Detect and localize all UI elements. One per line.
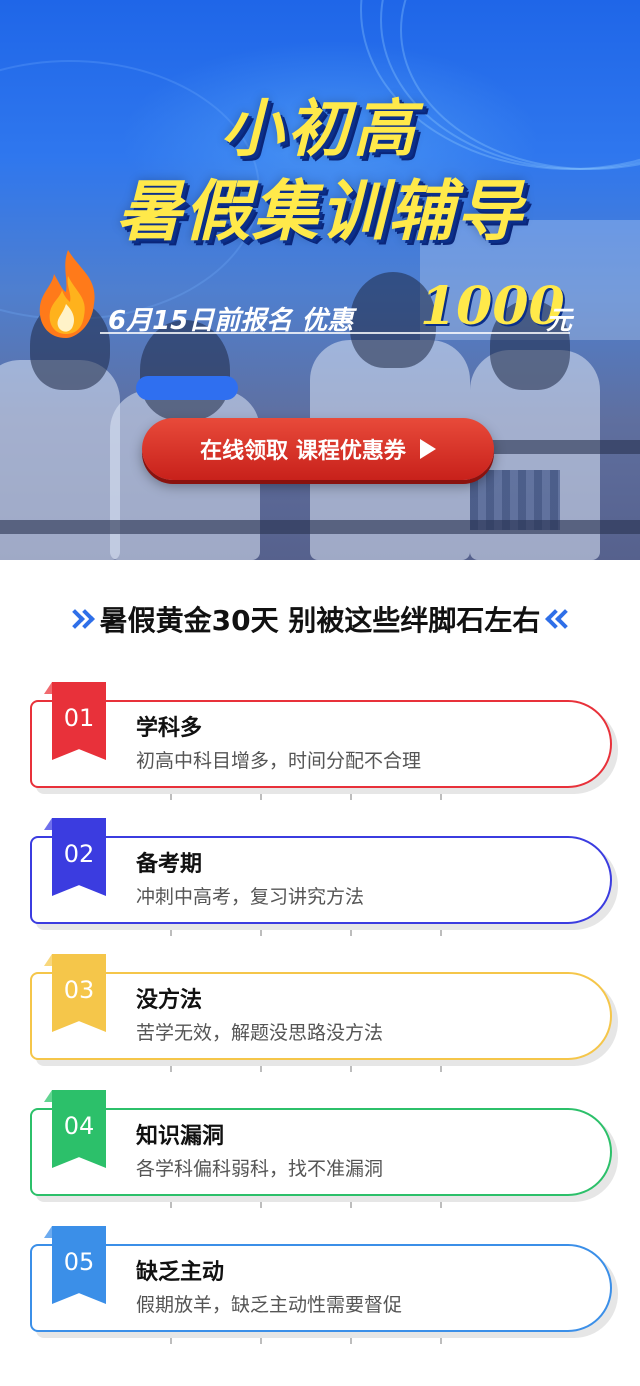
claim-coupon-button[interactable]: 在线领取 课程优惠券 [142, 418, 494, 480]
card-tick-decoration [260, 930, 262, 936]
flame-icon [39, 250, 95, 338]
card-tick-decoration [350, 1338, 352, 1344]
card-tick-decoration [440, 794, 442, 800]
card-tick-decoration [170, 794, 172, 800]
card-number: 03 [52, 954, 106, 1032]
hero-title-line2: 暑假集训辅导 [116, 173, 524, 250]
card-description: 假期放羊，缺乏主动性需要督促 [136, 1294, 403, 1316]
promo-amount: 1000 [420, 276, 565, 337]
promo-text: 6月15日前报名 优惠 [108, 306, 354, 336]
card-title: 缺乏主动 [136, 1260, 225, 1285]
card-tick-decoration [350, 1202, 352, 1208]
card-tick-decoration [170, 930, 172, 936]
section-title: 暑假黄金30天 别被这些绊脚石左右 [99, 604, 541, 637]
card-tick-decoration [170, 1066, 172, 1072]
card-tick-decoration [170, 1338, 172, 1344]
promo-unit: 元 [546, 306, 573, 336]
ribbon-fold [44, 954, 52, 966]
card-number: 04 [52, 1090, 106, 1168]
card-tick-decoration [440, 1338, 442, 1344]
card-title: 学科多 [136, 716, 203, 741]
card-tick-decoration [440, 1066, 442, 1072]
card-description: 各学科偏科弱科，找不准漏洞 [136, 1158, 384, 1180]
play-arrow-icon [419, 439, 436, 459]
hero-banner: 小初高 暑假集训辅导 6月15日前报名 优惠 1000 元 在线领取 课程优惠券 [0, 0, 640, 560]
card-description: 苦学无效，解题没思路没方法 [136, 1022, 384, 1044]
card-number: 05 [52, 1226, 106, 1304]
card-number: 02 [52, 818, 106, 896]
obstacle-card [30, 700, 612, 788]
card-description: 初高中科目增多，时间分配不合理 [136, 750, 422, 772]
card-tick-decoration [260, 794, 262, 800]
section-header: 暑假黄金30天 别被这些绊脚石左右 [0, 594, 640, 644]
card-tick-decoration [260, 1202, 262, 1208]
double-chevron-right-icon [64, 609, 95, 629]
hero-title-line1: 小初高 [220, 92, 419, 165]
card-tick-decoration [260, 1066, 262, 1072]
card-number: 01 [52, 682, 106, 760]
card-tick-decoration [170, 1202, 172, 1208]
card-tick-decoration [260, 1338, 262, 1344]
card-title: 备考期 [136, 852, 203, 877]
ribbon-fold [44, 818, 52, 830]
card-tick-decoration [350, 794, 352, 800]
card-tick-decoration [350, 930, 352, 936]
ribbon-fold [44, 1226, 52, 1238]
number-ribbon: 01 [44, 682, 106, 760]
number-ribbon: 03 [44, 954, 106, 1032]
obstacle-card [30, 1108, 612, 1196]
obstacle-card [30, 1244, 612, 1332]
double-chevron-left-icon [545, 609, 576, 629]
number-ribbon: 02 [44, 818, 106, 896]
classroom-desk [0, 520, 640, 534]
card-tick-decoration [440, 1202, 442, 1208]
card-description: 冲刺中高考，复习讲究方法 [136, 886, 365, 908]
card-tick-decoration [440, 930, 442, 936]
blue-pill-decoration [136, 376, 238, 400]
ribbon-fold [44, 1090, 52, 1102]
claim-coupon-label: 在线领取 课程优惠券 [200, 439, 406, 464]
obstacle-card [30, 836, 612, 924]
ribbon-fold [44, 682, 52, 694]
number-ribbon: 04 [44, 1090, 106, 1168]
card-title: 没方法 [136, 988, 203, 1013]
card-title: 知识漏洞 [136, 1124, 225, 1149]
number-ribbon: 05 [44, 1226, 106, 1304]
card-tick-decoration [350, 1066, 352, 1072]
obstacle-card [30, 972, 612, 1060]
